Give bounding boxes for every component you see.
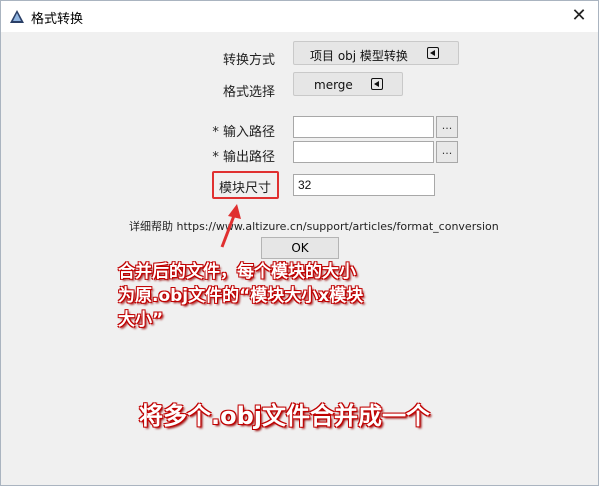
triangle-left-icon xyxy=(427,47,439,59)
annotation-caption: 将多个.obj文件合并成一个 xyxy=(139,402,431,430)
conversion-method-label: 转换方式 xyxy=(222,53,275,68)
input-path-browse-button[interactable]: ... xyxy=(436,116,458,138)
format-select-label: 格式选择 xyxy=(222,85,275,100)
format-select[interactable]: merge xyxy=(293,72,403,96)
conversion-method-value: 项目 obj 模型转换 xyxy=(310,49,408,63)
annotation-arrow xyxy=(220,204,241,248)
conversion-method-select[interactable]: 项目 obj 模型转换 xyxy=(293,41,459,65)
app-logo-icon xyxy=(10,10,24,23)
input-path-label: * 输入路径 xyxy=(212,125,275,140)
input-path-field[interactable] xyxy=(293,116,434,138)
close-icon[interactable]: ✕ xyxy=(568,5,590,27)
title-bar: 格式转换 ✕ xyxy=(1,1,598,32)
block-size-label: 模块尺寸 xyxy=(218,181,271,196)
triangle-left-icon xyxy=(371,78,383,90)
format-select-value: merge xyxy=(314,78,353,92)
output-path-field[interactable] xyxy=(293,141,434,163)
output-path-label: * 输出路径 xyxy=(212,150,275,165)
window-title: 格式转换 xyxy=(31,12,84,27)
ok-button[interactable]: OK xyxy=(261,237,339,259)
help-line: 详细帮助 https://www.altizure.cn/support/art… xyxy=(129,218,499,234)
output-path-browse-button[interactable]: ... xyxy=(436,141,458,163)
block-size-field[interactable] xyxy=(293,174,435,196)
dialog-window: 格式转换 ✕ 转换方式 项目 obj 模型转换 格式选择 merge * 输入路… xyxy=(0,0,599,486)
help-prefix: 详细帮助 xyxy=(129,220,173,233)
annotation-callout: 合并后的文件，每个模块的大小为原.obj文件的“模块大小x模块大小” xyxy=(118,262,364,330)
